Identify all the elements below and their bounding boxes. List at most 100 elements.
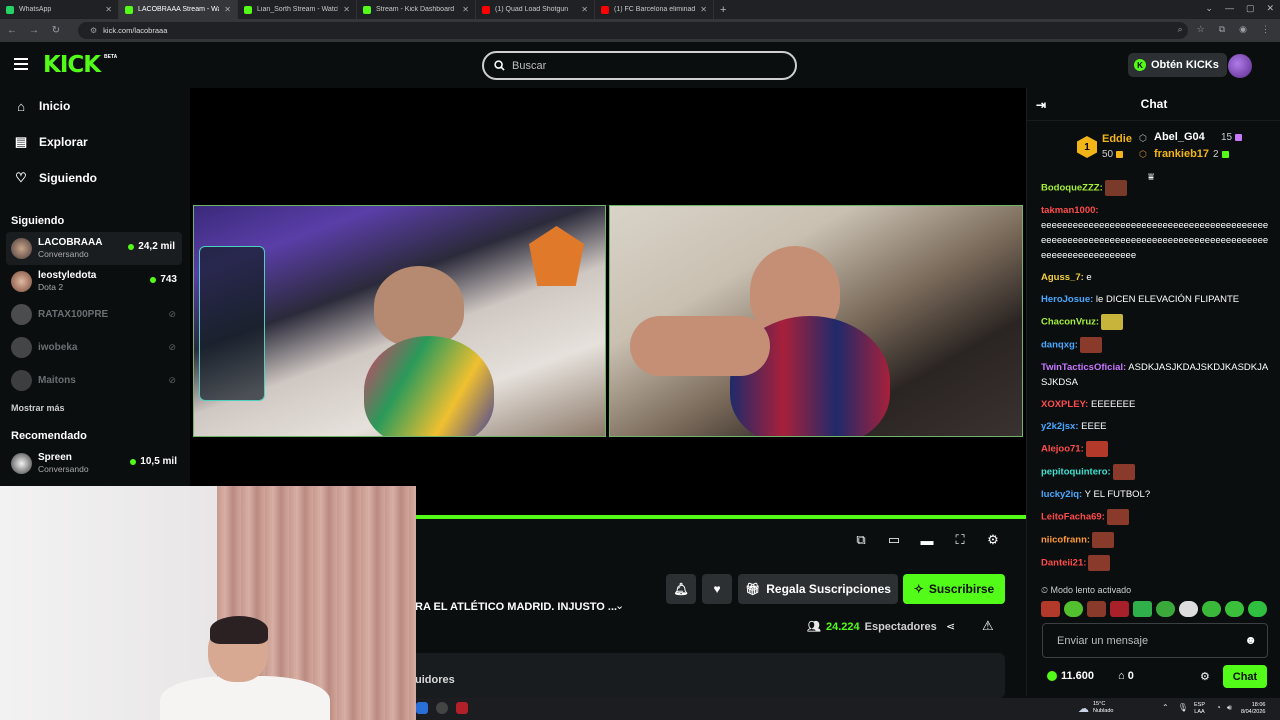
language-indicator[interactable]: ESP LAA (1194, 702, 1205, 716)
close-tab-icon[interactable]: ✕ (105, 5, 112, 14)
emote-button[interactable] (1041, 601, 1060, 617)
clock[interactable]: 18:06 8/04/2026 (1241, 702, 1265, 716)
obs-icon[interactable] (436, 702, 448, 714)
close-tab-icon[interactable]: ✕ (700, 5, 707, 14)
app-icon[interactable] (416, 702, 428, 714)
settings-gear-icon[interactable]: ⚙ (986, 532, 1000, 547)
chat-username[interactable]: pepitoquintero: (1041, 467, 1111, 478)
emote-button[interactable] (1179, 601, 1198, 617)
follow-heart-button[interactable]: ♥ (702, 574, 732, 604)
sidebar-nav-home[interactable]: ⌂ Inicio (0, 88, 190, 124)
kicks-balance[interactable]: 11.600 (1047, 670, 1094, 682)
chat-username[interactable]: danqxg: (1041, 340, 1078, 351)
back-icon[interactable]: ← (6, 25, 18, 36)
channel-item-leostyledota[interactable]: leostyledota Dota 2 743 (0, 265, 190, 298)
emote-button[interactable] (1087, 601, 1106, 617)
store-counter[interactable]: ⌂ 0 (1118, 670, 1134, 682)
notification-bell-button[interactable]: 🔔︎ (666, 574, 696, 604)
chat-username[interactable]: HeroJosue: (1041, 294, 1093, 305)
chat-username[interactable]: XOXPLEY: (1041, 399, 1088, 410)
chat-message-input[interactable] (1057, 634, 1237, 647)
channel-item-lacobraaa[interactable]: LACOBRAAA Conversando 24,2 mil (6, 232, 182, 265)
wide-mode-icon[interactable]: ▬ (920, 533, 934, 548)
extensions-icon[interactable]: ⧉ (1219, 24, 1225, 35)
profile-icon[interactable]: ◉ (1239, 24, 1247, 35)
emote-button[interactable] (1110, 601, 1129, 617)
sidebar-nav-following[interactable]: ♡ Siguiendo (0, 160, 190, 196)
emote-button[interactable] (1156, 601, 1175, 617)
report-warning-icon[interactable]: ⚠ (982, 618, 994, 634)
close-tab-icon[interactable]: ✕ (224, 5, 231, 14)
site-info-icon[interactable]: ⚙ (90, 26, 97, 35)
channel-item-ratax100pre[interactable]: RATAX100PRE ⊘ (0, 298, 190, 331)
hamburger-menu-icon[interactable] (14, 58, 28, 70)
bookmark-star-icon[interactable]: ☆ (1197, 24, 1205, 35)
gift-subs-button[interactable]: 🎁︎ Regala Suscripciones (738, 574, 898, 604)
maximize-button[interactable]: ▢ (1246, 3, 1255, 14)
chevron-down-icon[interactable]: ⌄ (615, 599, 624, 612)
close-window-button[interactable]: ✕ (1266, 3, 1274, 14)
show-more-link[interactable]: Mostrar más (0, 397, 190, 419)
close-tab-icon[interactable]: ✕ (581, 5, 588, 14)
close-tab-icon[interactable]: ✕ (343, 5, 350, 14)
channel-item-maitons[interactable]: Maitons ⊘ (0, 364, 190, 397)
chat-send-button[interactable]: Chat (1223, 665, 1267, 688)
share-icon[interactable]: ⋖ (946, 620, 955, 633)
emote-button[interactable] (1064, 601, 1083, 617)
volume-icon[interactable]: 🔊︎ (1227, 703, 1232, 713)
subscribe-button[interactable]: ✧ Suscribirse (903, 574, 1005, 604)
chat-settings-gear-icon[interactable]: ⚙ (1200, 670, 1210, 683)
close-tab-icon[interactable]: ✕ (462, 5, 469, 14)
emote-button[interactable] (1133, 601, 1152, 617)
app-icon[interactable] (456, 702, 468, 714)
chat-username[interactable]: TwinTacticsOficial: (1041, 362, 1126, 373)
user-avatar[interactable] (1228, 54, 1252, 78)
channel-category: Conversando (38, 249, 89, 259)
browser-tab[interactable]: LACOBRAAA Stream - Watch Live ✕ (119, 0, 238, 19)
weather-widget[interactable]: ☁ 15°C Nublado (1078, 701, 1114, 715)
channel-item-iwobeka[interactable]: iwobeka ⊘ (0, 331, 190, 364)
emoji-icon[interactable]: ☻ (1244, 633, 1257, 647)
microphone-icon[interactable]: 🎙︎ (1178, 703, 1188, 712)
browser-tab[interactable]: (1) FC Barcelona eliminado ✕ (595, 0, 714, 19)
chat-username[interactable]: y2k2jsx: (1041, 421, 1079, 432)
chat-username[interactable]: niicofrann: (1041, 535, 1090, 546)
sidebar-nav-explore[interactable]: ▤ Explorar (0, 124, 190, 160)
emote-button[interactable] (1225, 601, 1244, 617)
search-input[interactable] (512, 59, 772, 72)
browser-tab[interactable]: Lian_Sorth Stream - Watch Live ✕ (238, 0, 357, 19)
emote-button[interactable] (1248, 601, 1267, 617)
menu-icon[interactable]: ⋮ (1261, 24, 1270, 35)
theater-mode-icon[interactable]: ▭ (887, 532, 901, 547)
miniplayer-icon[interactable]: ⧉ (854, 532, 868, 547)
chat-input-box[interactable]: ☻ (1042, 623, 1268, 658)
chevron-up-icon[interactable]: ⌃ (1162, 703, 1169, 712)
emote-button[interactable] (1202, 601, 1221, 617)
video-player[interactable] (190, 88, 1026, 519)
chat-username[interactable]: LeitoFacha69: (1041, 512, 1105, 523)
search-bar[interactable] (482, 51, 797, 80)
wifi-icon[interactable]: ◔ (1216, 703, 1221, 713)
new-tab-button[interactable]: + (714, 4, 732, 16)
kick-logo[interactable]: KICK (43, 52, 101, 78)
chat-username[interactable]: BodoqueZZZ: (1041, 183, 1103, 194)
chat-username[interactable]: takman1000: (1041, 205, 1099, 216)
fullscreen-icon[interactable]: ⛶ (953, 532, 967, 547)
reload-icon[interactable]: ↻ (50, 25, 62, 36)
zoom-icon[interactable]: ⌕ (1178, 24, 1183, 35)
minimize-button[interactable]: — (1225, 3, 1234, 14)
chat-username[interactable]: Danteii21: (1041, 558, 1086, 569)
chat-username[interactable]: lucky2iq: (1041, 489, 1082, 500)
collapse-chat-icon[interactable]: ⇥ (1036, 98, 1046, 112)
get-kicks-button[interactable]: K Obtén KICKs (1128, 53, 1227, 77)
chat-username[interactable]: Aguss_7: (1041, 272, 1084, 283)
url-field[interactable]: ⚙ kick.com/lacobraaa (78, 22, 1188, 39)
chat-username[interactable]: Alejoo71: (1041, 444, 1084, 455)
chat-username[interactable]: ChaconVruz: (1041, 317, 1099, 328)
browser-tab[interactable]: WhatsApp ✕ (0, 0, 119, 19)
forward-icon[interactable]: → (28, 25, 40, 36)
browser-tab[interactable]: Stream - Kick Dashboard ✕ (357, 0, 476, 19)
chevron-down-icon[interactable]: ⌄ (1205, 3, 1213, 14)
browser-tab[interactable]: (1) Quad Load Shotgun ✕ (476, 0, 595, 19)
channel-item-spreen[interactable]: Spreen Conversando 10,5 mil (0, 447, 190, 480)
